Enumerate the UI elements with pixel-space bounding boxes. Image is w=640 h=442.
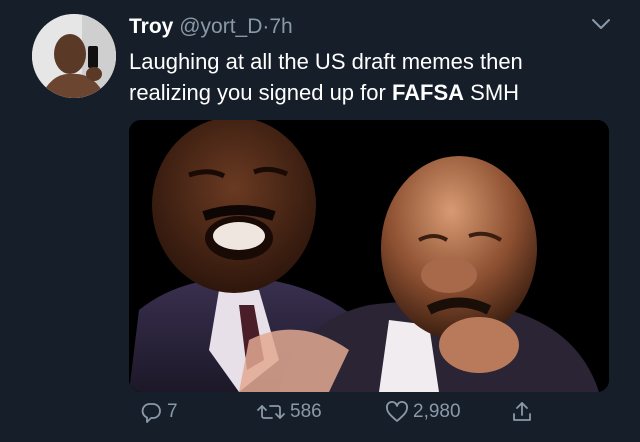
like-button[interactable]: 2,980 [385, 398, 461, 426]
reply-count: 7 [167, 401, 178, 422]
handle[interactable]: @yort_D [179, 15, 262, 38]
avatar[interactable] [32, 14, 116, 98]
retweet-count: 586 [290, 401, 322, 422]
tweet-menu-button[interactable] [590, 16, 612, 32]
tweet-actions: 7 586 2,980 [129, 398, 609, 426]
display-name[interactable]: Troy [129, 15, 173, 38]
media-image [129, 120, 609, 392]
tweet-media[interactable] [129, 120, 609, 392]
timestamp[interactable]: 7h [269, 15, 292, 38]
tweet-text-end: SMH [464, 80, 520, 105]
retweet-button[interactable]: 586 [256, 398, 322, 426]
tweet-text-bold: FAFSA [391, 80, 465, 105]
tweet-text: Laughing at all the US draft memes then … [129, 46, 609, 108]
share-button[interactable] [510, 398, 534, 426]
share-icon [513, 402, 531, 421]
avatar-photo [32, 14, 116, 98]
tweet-header: Troy @yort_D·7h [129, 14, 293, 40]
reply-icon [141, 403, 161, 423]
reply-button[interactable]: 7 [139, 398, 178, 426]
chevron-down-icon [592, 19, 610, 29]
heart-icon [386, 401, 408, 422]
like-count: 2,980 [413, 401, 461, 422]
retweet-icon [257, 405, 285, 419]
